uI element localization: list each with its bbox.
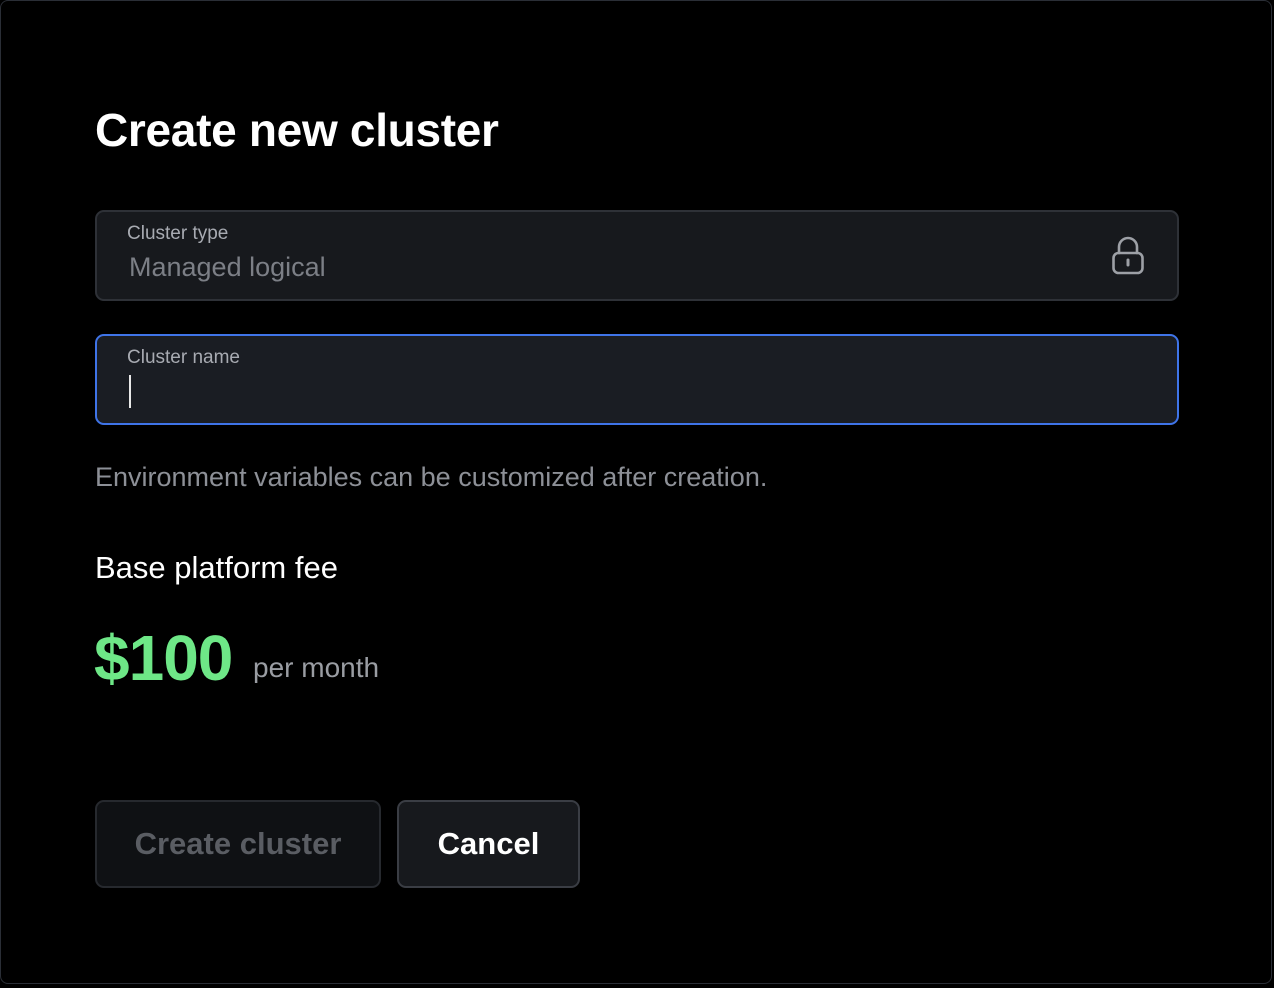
cluster-type-field: Cluster type Managed logical xyxy=(95,210,1179,301)
create-cluster-button[interactable]: Create cluster xyxy=(95,800,381,888)
price-period: per month xyxy=(253,652,380,683)
cluster-name-label: Cluster name xyxy=(127,347,240,368)
helper-text: Environment variables can be customized … xyxy=(95,462,768,492)
create-cluster-dialog: Create new cluster Cluster type Managed … xyxy=(0,0,1272,984)
text-caret xyxy=(129,375,131,408)
price-amount: $100 xyxy=(94,622,233,694)
lock-icon xyxy=(1112,236,1144,275)
dialog-title: Create new cluster xyxy=(95,104,499,156)
cancel-button[interactable]: Cancel xyxy=(397,800,580,888)
cluster-name-input[interactable] xyxy=(127,374,1127,410)
cluster-type-label: Cluster type xyxy=(127,223,229,244)
base-fee-label: Base platform fee xyxy=(95,550,338,585)
cluster-name-field[interactable]: Cluster name xyxy=(95,334,1179,425)
cluster-type-value: Managed logical xyxy=(129,252,326,282)
